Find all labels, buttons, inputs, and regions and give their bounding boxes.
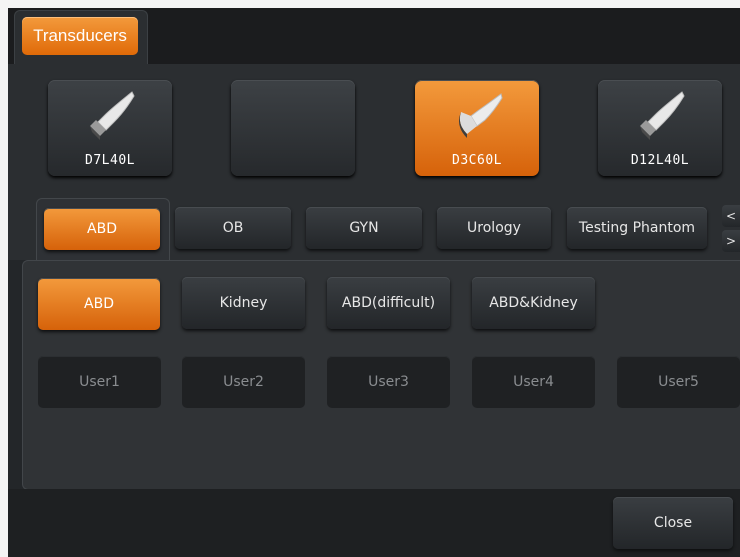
user-preset-3[interactable]: User3	[327, 356, 450, 408]
user-preset-2[interactable]: User2	[182, 356, 305, 408]
exam-type-urology[interactable]: Urology	[437, 207, 551, 249]
top-border	[0, 0, 740, 8]
exam-type-ob[interactable]: OB	[175, 207, 291, 249]
probe-label: D3C60L	[452, 153, 502, 168]
preset-kidney[interactable]: Kidney	[182, 277, 305, 329]
preset-abd-difficult[interactable]: ABD(difficult)	[327, 277, 450, 329]
linear-probe-icon	[640, 91, 685, 140]
preset-abd[interactable]: ABD	[38, 278, 160, 330]
probe-button-empty[interactable]	[231, 80, 355, 176]
user-preset-5[interactable]: User5	[617, 356, 740, 408]
linear-probe-icon	[90, 91, 135, 140]
prev-page-button[interactable]: <	[722, 205, 740, 227]
close-button[interactable]: Close	[613, 497, 733, 549]
probe-button-d12l40l[interactable]: D12L40L	[598, 80, 722, 176]
probe-button-d3c60l[interactable]: D3C60L	[415, 80, 539, 176]
user-preset-1[interactable]: User1	[38, 356, 161, 408]
user-preset-4[interactable]: User4	[472, 356, 595, 408]
next-page-button[interactable]: >	[722, 230, 740, 252]
probe-label: D7L40L	[85, 153, 135, 168]
exam-type-gyn[interactable]: GYN	[306, 207, 422, 249]
tab-transducers[interactable]: Transducers	[22, 17, 138, 55]
probe-button-d7l40l[interactable]: D7L40L	[48, 80, 172, 176]
preset-abd-kidney[interactable]: ABD&Kidney	[472, 277, 595, 329]
convex-probe-icon	[459, 93, 503, 138]
left-border	[0, 0, 8, 557]
exam-type-testing-phantom[interactable]: Testing Phantom	[567, 207, 707, 249]
exam-type-abd[interactable]: ABD	[44, 208, 160, 250]
probe-label: D12L40L	[630, 153, 690, 168]
